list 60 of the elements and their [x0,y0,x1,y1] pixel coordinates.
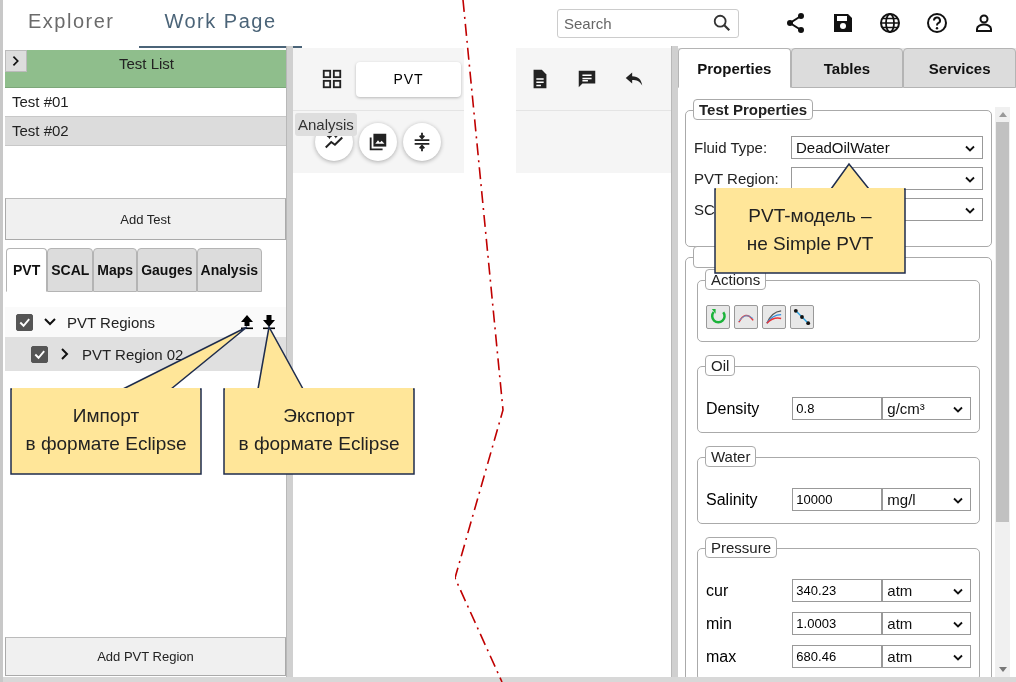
input-field[interactable]: 1.0003 [792,612,883,635]
search-field[interactable]: Search [557,8,739,38]
search-icon[interactable] [712,12,732,33]
tab[interactable]: SCAL [47,248,94,292]
tab[interactable]: Tables [790,48,904,88]
tab[interactable]: Maps [93,248,138,292]
tab[interactable]: Services [903,48,1016,88]
grid-icon[interactable] [321,68,343,90]
expand-button[interactable] [5,50,27,72]
test-item[interactable]: Test #02 [5,117,286,146]
tree-label: PVT Regions [67,313,156,331]
line-nodes-icon [792,307,812,327]
field-label: Density [706,399,761,418]
round-button[interactable] [403,123,441,161]
dropdown[interactable]: g/cm³ [882,397,971,420]
checkbox[interactable] [16,313,33,331]
dropdown[interactable]: atm [882,645,971,668]
field-label: Fluid Type: [694,139,769,156]
input-field[interactable]: 10000 [792,488,883,511]
action-button[interactable] [790,305,814,329]
dropdown[interactable]: DeadOilWater [791,136,983,159]
add-test-button[interactable]: Add Test [5,198,286,240]
tab[interactable]: Properties [678,48,791,88]
field-label: Salinity [706,490,759,509]
tree-label: PVT Region 02 [82,345,184,363]
view-tab[interactable]: PVT [356,61,461,97]
photos-icon [367,131,389,153]
group-title: Pressure [705,537,778,558]
page-tab[interactable]: Explorer [3,0,140,48]
curves-icon [764,307,784,327]
field-label: max [706,647,738,666]
help-icon[interactable] [925,11,949,35]
group-title: Test Properties [693,99,814,120]
input-field[interactable]: 680.46 [792,645,883,668]
dropdown[interactable]: mg/l [882,488,971,511]
globe-icon[interactable] [878,11,902,35]
list-title: Test List [118,55,175,72]
callout-tooltip: Экспорт в формате Eclipse [222,325,416,475]
add-region-button[interactable]: Add PVT Region [5,637,286,676]
input-field[interactable]: 0.8 [792,397,883,420]
upload-icon[interactable] [240,314,254,330]
tree-item[interactable]: PVT Regions [5,307,286,337]
group-title: Oil [705,355,736,376]
save-icon[interactable] [831,11,855,35]
round-button[interactable] [359,123,397,161]
group-title: Water [705,446,757,467]
tab[interactable]: Gauges [137,248,197,292]
tooltip: Analysis [295,113,357,136]
input-field[interactable]: 340.23 [792,579,883,602]
scrollbar[interactable] [995,107,1010,677]
field-label: cur [706,581,730,600]
tab[interactable]: Analysis [196,248,263,292]
field-label: min [706,614,733,633]
checkbox[interactable] [31,345,48,363]
field-label: PVT Region: [694,170,780,187]
download-icon[interactable] [262,314,276,330]
dropdown[interactable]: atm [882,612,971,635]
tab[interactable]: PVT [6,248,48,292]
scrollbar-thumb[interactable] [996,122,1009,522]
dropdown[interactable]: atm [882,579,971,602]
